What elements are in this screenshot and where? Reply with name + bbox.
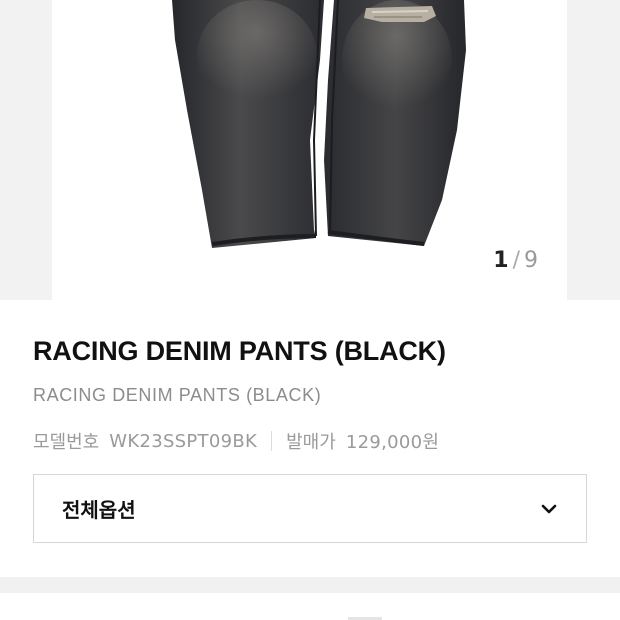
option-select-label: 전체옵션 — [62, 498, 136, 522]
image-counter: 1/9 — [493, 248, 539, 273]
meta-divider — [271, 431, 273, 451]
option-select-dropdown[interactable]: 전체옵션 — [33, 474, 587, 543]
image-counter-total: 9 — [524, 248, 539, 273]
image-gallery[interactable]: 1/9 — [0, 0, 620, 300]
product-subtitle: RACING DENIM PANTS (BLACK) — [33, 385, 322, 405]
image-counter-separator: / — [512, 248, 521, 273]
chevron-down-icon — [541, 504, 557, 513]
bottom-section — [0, 593, 620, 620]
product-info: RACING DENIM PANTS (BLACK) RACING DENIM … — [33, 336, 593, 454]
product-image-panel[interactable]: 1/9 — [52, 0, 567, 300]
release-price-value: 129,000원 — [345, 432, 440, 453]
release-price-label: 발매가 — [286, 432, 336, 453]
model-number-label: 모델번호 — [33, 432, 100, 453]
product-title: RACING DENIM PANTS (BLACK) — [33, 336, 446, 366]
product-meta: 모델번호 WK23SSPT09BK 발매가 129,000원 — [33, 428, 593, 454]
model-number-value: WK23SSPT09BK — [109, 430, 258, 452]
image-counter-current: 1 — [493, 248, 510, 273]
product-image — [172, 0, 466, 248]
section-divider-band — [0, 577, 620, 593]
